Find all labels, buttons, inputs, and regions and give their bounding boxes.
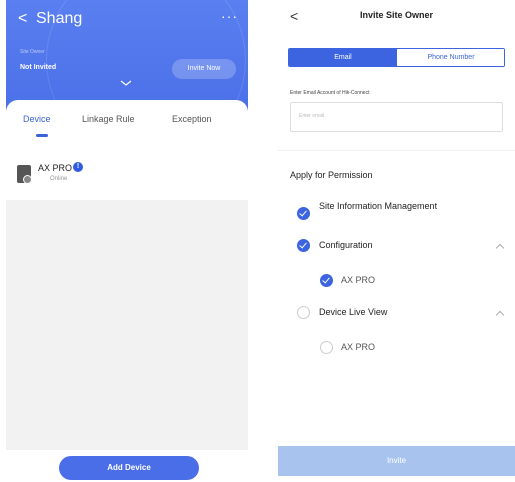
permission-label: Device Live View bbox=[319, 307, 388, 317]
permission-configuration-ax-pro[interactable]: AX PRO bbox=[278, 273, 515, 289]
device-list-empty-area bbox=[6, 200, 248, 450]
divider bbox=[278, 150, 515, 151]
site-title: Shang bbox=[36, 10, 83, 27]
permission-label: AX PRO bbox=[341, 275, 376, 285]
email-field-label: Enter Email Account of Hik-Connect bbox=[290, 90, 370, 96]
invite-button[interactable]: Invite bbox=[278, 446, 515, 476]
site-tabs: Device Linkage Rule Exception bbox=[6, 100, 248, 140]
add-device-button[interactable]: Add Device bbox=[59, 456, 199, 480]
tab-active-indicator bbox=[36, 134, 48, 137]
invite-status: Not Invited bbox=[20, 64, 57, 71]
permission-label: Configuration bbox=[319, 240, 373, 250]
more-icon[interactable]: ··· bbox=[221, 8, 238, 24]
tab-exception[interactable]: Exception bbox=[172, 114, 212, 124]
page-title: Invite Site Owner bbox=[359, 10, 434, 20]
checkbox-checked-icon[interactable] bbox=[297, 239, 310, 252]
email-field[interactable]: Enter email bbox=[290, 102, 503, 132]
checkbox-unchecked-icon[interactable] bbox=[320, 341, 333, 354]
apply-permission-title: Apply for Permission bbox=[290, 170, 373, 180]
chevron-up-icon[interactable] bbox=[495, 310, 505, 320]
site-screen: < Shang ··· Site Owner Not Invited Invit… bbox=[6, 0, 248, 482]
invite-now-button[interactable]: Invite Now bbox=[172, 59, 236, 79]
tab-linkage-rule[interactable]: Linkage Rule bbox=[82, 114, 135, 124]
site-owner-label: Site Owner bbox=[20, 49, 45, 55]
permission-label: Site Information Management bbox=[319, 201, 438, 211]
segment-email[interactable]: Email bbox=[289, 49, 397, 66]
info-icon[interactable]: ! bbox=[73, 162, 83, 172]
checkbox-unchecked-icon[interactable] bbox=[297, 306, 310, 319]
segment-phone-number[interactable]: Phone Number bbox=[397, 49, 504, 66]
permission-label: AX PRO bbox=[341, 342, 376, 352]
device-name: AX PRO bbox=[38, 163, 73, 173]
back-button[interactable]: < bbox=[18, 9, 27, 29]
screenshot: < Shang ··· Site Owner Not Invited Invit… bbox=[0, 0, 515, 482]
permission-device-live-view[interactable]: Device Live View bbox=[278, 305, 515, 321]
permission-live-view-ax-pro[interactable]: AX PRO bbox=[278, 340, 515, 356]
invite-method-segment: Email Phone Number bbox=[288, 48, 505, 67]
permission-site-information[interactable]: Site Information Management bbox=[278, 201, 515, 227]
device-status: Online bbox=[50, 176, 68, 182]
permission-configuration[interactable]: Configuration bbox=[278, 238, 515, 254]
chevron-down-icon[interactable] bbox=[120, 77, 132, 89]
checkbox-checked-icon[interactable] bbox=[320, 274, 333, 287]
chevron-up-icon[interactable] bbox=[495, 243, 505, 253]
tab-device[interactable]: Device bbox=[23, 114, 51, 124]
checkbox-checked-icon[interactable] bbox=[297, 207, 310, 220]
device-row[interactable]: AX PRO ! Online bbox=[6, 145, 248, 197]
invite-screen: < Invite Site Owner Email Phone Number E… bbox=[278, 0, 515, 482]
device-icon bbox=[17, 165, 32, 184]
